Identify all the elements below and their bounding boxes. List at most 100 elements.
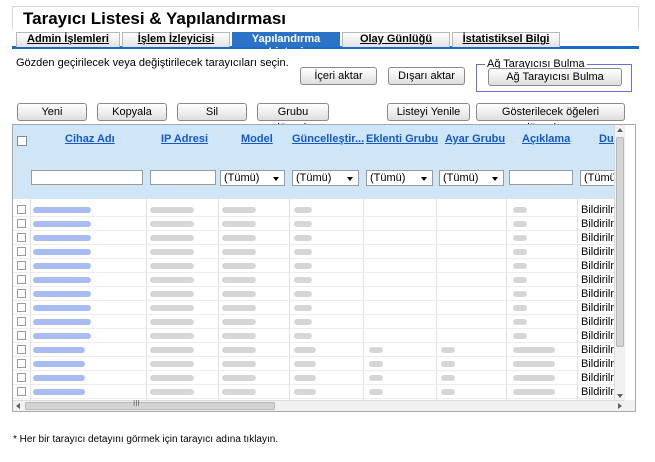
column-header-update[interactable]: Güncelleştir... (292, 133, 364, 145)
device-name-link[interactable] (33, 389, 85, 395)
filter-value: (Tümü) (224, 172, 260, 184)
tab-configuration-list[interactable]: Yapılandırma Listesi (232, 32, 340, 58)
column-header-model[interactable]: Model (241, 133, 286, 145)
select-all-checkbox[interactable] (17, 136, 27, 146)
tab-job-monitor[interactable]: İşlem İzleyicisi (122, 32, 230, 47)
ip-address-cell (150, 207, 194, 213)
device-name-link[interactable] (33, 347, 85, 353)
table-row[interactable]: Bildirilme (13, 357, 625, 371)
column-header-settings-group[interactable]: Ayar Grubu (445, 133, 507, 145)
description-cell (513, 235, 527, 241)
model-cell (222, 277, 256, 283)
scroll-left-arrow-icon[interactable] (16, 403, 20, 409)
column-header-addon-group[interactable]: Eklenti Grubu (366, 133, 442, 145)
device-name-link[interactable] (33, 263, 91, 269)
row-checkbox[interactable] (17, 387, 26, 396)
device-name-link[interactable] (33, 277, 91, 283)
filter-value: (Tümü) (370, 172, 406, 184)
addon-group-cell (369, 361, 383, 367)
discover-scanners-button[interactable]: Ağ Tarayıcısı Bulma (488, 68, 622, 86)
addon-group-cell (369, 389, 383, 395)
edit-group-button[interactable]: Grubu düzenle (257, 103, 329, 134)
refresh-list-button[interactable]: Listeyi Yenile (387, 103, 470, 121)
device-name-link[interactable] (33, 207, 91, 213)
scroll-down-arrow-icon[interactable] (617, 394, 623, 398)
device-name-link[interactable] (33, 291, 91, 297)
footnote: * Her bir tarayıcı detayını görmek için … (13, 434, 279, 445)
table-row[interactable]: Bildirilme (13, 231, 625, 245)
device-name-link[interactable] (33, 249, 91, 255)
filter-settings-group-select[interactable]: (Tümü) (439, 170, 504, 186)
description-cell (513, 361, 555, 367)
row-checkbox[interactable] (17, 373, 26, 382)
device-name-link[interactable] (33, 375, 85, 381)
row-checkbox[interactable] (17, 345, 26, 354)
table-row[interactable]: Bildirilme (13, 315, 625, 329)
copy-button[interactable]: Kopyala (97, 103, 167, 121)
row-checkbox[interactable] (17, 359, 26, 368)
row-checkbox[interactable] (17, 275, 26, 284)
settings-group-cell (441, 389, 455, 395)
filter-device-name-input[interactable] (31, 170, 143, 185)
edit-displayed-items-button[interactable]: Gösterilecek öğeleri düzenleme (476, 103, 625, 134)
description-cell (513, 249, 527, 255)
description-cell (513, 347, 555, 353)
filter-addon-group-select[interactable]: (Tümü) (366, 170, 433, 186)
row-checkbox[interactable] (17, 289, 26, 298)
ip-address-cell (150, 277, 194, 283)
export-button[interactable]: Dışarı aktar (388, 67, 465, 85)
vertical-scrollbar[interactable] (614, 125, 625, 401)
device-name-link[interactable] (33, 221, 91, 227)
tab-event-log[interactable]: Olay Günlüğü (342, 32, 450, 47)
horizontal-scrollbar[interactable]: III (13, 399, 625, 411)
tab-admin-operations[interactable]: Admin İşlemleri (16, 32, 120, 47)
column-header-description[interactable]: Açıklama (522, 133, 577, 145)
table-row[interactable]: Bildirilme (13, 245, 625, 259)
row-checkbox[interactable] (17, 303, 26, 312)
row-checkbox[interactable] (17, 247, 26, 256)
table-row[interactable]: Bildirilme (13, 301, 625, 315)
row-checkbox[interactable] (17, 317, 26, 326)
filter-update-select[interactable]: (Tümü) (292, 170, 359, 186)
update-cell (294, 333, 312, 339)
filter-ip-address-input[interactable] (150, 170, 216, 185)
row-checkbox[interactable] (17, 219, 26, 228)
device-name-link[interactable] (33, 361, 85, 367)
table-row[interactable]: Bildirilme (13, 371, 625, 385)
update-cell (294, 291, 312, 297)
model-cell (222, 249, 256, 255)
table-row[interactable]: Bildirilme (13, 273, 625, 287)
table-row[interactable]: Bildirilme (13, 217, 625, 231)
table-row[interactable]: Bildirilme (13, 203, 625, 217)
scrollbar-thumb[interactable] (25, 402, 275, 410)
row-checkbox[interactable] (17, 331, 26, 340)
new-button[interactable]: Yeni (17, 103, 87, 121)
device-name-link[interactable] (33, 305, 91, 311)
table-row[interactable]: Bildirilme (13, 287, 625, 301)
table-row[interactable]: Bildirilme (13, 259, 625, 273)
scrollbar-thumb[interactable] (616, 137, 624, 347)
device-name-link[interactable] (33, 235, 91, 241)
device-name-link[interactable] (33, 333, 91, 339)
row-checkbox[interactable] (17, 233, 26, 242)
column-header-ip-address[interactable]: IP Adresi (161, 133, 221, 145)
scroll-up-arrow-icon[interactable] (617, 128, 623, 132)
column-header-device-name[interactable]: Cihaz Adı (65, 133, 125, 145)
import-button[interactable]: İçeri aktar (300, 67, 377, 85)
row-checkbox[interactable] (17, 261, 26, 270)
device-name-link[interactable] (33, 319, 91, 325)
update-cell (294, 361, 316, 367)
description-cell (513, 305, 527, 311)
table-row[interactable]: Bildirilme (13, 329, 625, 343)
chevron-down-icon (347, 177, 353, 181)
filter-model-select[interactable]: (Tümü) (220, 170, 285, 186)
table-header: Cihaz Adı IP Adresi Model Güncelleştir..… (13, 125, 625, 199)
delete-button[interactable]: Sil (177, 103, 247, 121)
row-checkbox[interactable] (17, 205, 26, 214)
filter-description-input[interactable] (509, 170, 573, 185)
table-row[interactable]: Bildirilme (13, 343, 625, 357)
ip-address-cell (150, 305, 194, 311)
scroll-right-arrow-icon[interactable] (618, 403, 622, 409)
table-row[interactable]: Bildirilme (13, 385, 625, 399)
tab-statistical-info[interactable]: İstatistiksel Bilgi (452, 32, 560, 47)
